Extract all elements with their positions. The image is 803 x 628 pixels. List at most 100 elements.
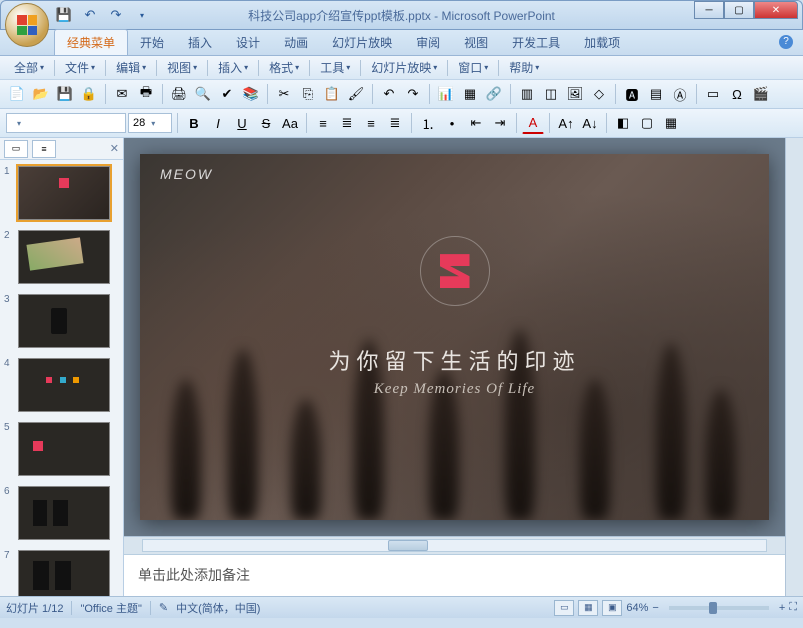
- tab-design[interactable]: 设计: [224, 30, 272, 55]
- thumbnail-5[interactable]: [18, 422, 110, 476]
- save-icon[interactable]: 💾: [54, 83, 76, 105]
- status-language[interactable]: 中文(简体，中国): [176, 600, 260, 616]
- notes-pane[interactable]: 单击此处添加备注: [124, 554, 785, 596]
- slides-tab[interactable]: ▭: [4, 140, 28, 158]
- minimize-button[interactable]: ─: [694, 1, 724, 19]
- object-icon[interactable]: ◫: [540, 83, 562, 105]
- design-icon[interactable]: ◧: [612, 112, 634, 134]
- tab-home[interactable]: 开始: [128, 30, 176, 55]
- slide-icon[interactable]: ▭: [702, 83, 724, 105]
- cut-icon[interactable]: ✂: [273, 83, 295, 105]
- menu-all[interactable]: 全部▾: [8, 57, 50, 78]
- vertical-scrollbar[interactable]: [785, 138, 803, 596]
- redo-icon[interactable]: ↷: [107, 6, 125, 24]
- thumbnail-3[interactable]: [18, 294, 110, 348]
- changecase-icon[interactable]: Aa: [279, 112, 301, 134]
- header-icon[interactable]: ▤: [645, 83, 667, 105]
- italic-icon[interactable]: I: [207, 112, 229, 134]
- tab-slideshow[interactable]: 幻灯片放映: [320, 30, 404, 55]
- copy-icon[interactable]: ⎘: [297, 83, 319, 105]
- spellcheck-icon[interactable]: ✎: [159, 601, 168, 614]
- spell-icon[interactable]: ✔: [216, 83, 238, 105]
- help-icon[interactable]: ?: [779, 35, 793, 49]
- thumbnail-1[interactable]: [18, 166, 110, 220]
- office-button[interactable]: [5, 3, 49, 47]
- table-icon[interactable]: ▦: [459, 83, 481, 105]
- newslide-icon[interactable]: ▢: [636, 112, 658, 134]
- shrink-font-icon[interactable]: A↓: [579, 112, 601, 134]
- new-icon[interactable]: 📄: [6, 83, 28, 105]
- thumbnail-6[interactable]: [18, 486, 110, 540]
- menu-insert[interactable]: 插入▾: [212, 57, 254, 78]
- thumbnails-list[interactable]: 1 2 3 4 5 6 7: [0, 160, 123, 596]
- indent-dec-icon[interactable]: ⇤: [465, 112, 487, 134]
- justify-icon[interactable]: ≣: [384, 112, 406, 134]
- font-size-combo[interactable]: 28▾: [128, 113, 172, 133]
- print-icon[interactable]: 🖨: [168, 83, 190, 105]
- tab-devtools[interactable]: 开发工具: [500, 30, 572, 55]
- paste-icon[interactable]: 📋: [321, 83, 343, 105]
- tables-icon[interactable]: ▥: [516, 83, 538, 105]
- normal-view-icon[interactable]: ▭: [554, 600, 574, 616]
- menu-help[interactable]: 帮助▾: [503, 57, 545, 78]
- strike-icon[interactable]: S: [255, 112, 277, 134]
- redo-icon[interactable]: ↷: [402, 83, 424, 105]
- zoom-value[interactable]: 64%: [626, 602, 648, 614]
- outline-tab[interactable]: ≡: [32, 140, 56, 158]
- save-icon[interactable]: 💾: [55, 6, 73, 24]
- thumbnail-4[interactable]: [18, 358, 110, 412]
- open-icon[interactable]: 📂: [30, 83, 52, 105]
- tab-view[interactable]: 视图: [452, 30, 500, 55]
- shapes-icon[interactable]: ◇: [588, 83, 610, 105]
- underline-icon[interactable]: U: [231, 112, 253, 134]
- undo-icon[interactable]: ↶: [81, 6, 99, 24]
- preview-icon[interactable]: 🔍: [192, 83, 214, 105]
- numbering-icon[interactable]: ⒈: [417, 112, 439, 134]
- zoom-out-icon[interactable]: −: [652, 602, 658, 614]
- slide-area[interactable]: MEOW 为你留下生活的印迹 Keep Memories Of Life: [124, 138, 785, 536]
- close-button[interactable]: ✕: [754, 1, 798, 19]
- slideshow-view-icon[interactable]: ▣: [602, 600, 622, 616]
- research-icon[interactable]: 📚: [240, 83, 262, 105]
- grow-font-icon[interactable]: A↑: [555, 112, 577, 134]
- panel-close-icon[interactable]: ✕: [110, 142, 119, 155]
- textbox-icon[interactable]: 🅰: [621, 83, 643, 105]
- tab-insert[interactable]: 插入: [176, 30, 224, 55]
- email-icon[interactable]: ✉: [111, 83, 133, 105]
- slide-canvas[interactable]: MEOW 为你留下生活的印迹 Keep Memories Of Life: [140, 154, 769, 520]
- maximize-button[interactable]: ▢: [724, 1, 754, 19]
- tab-classic-menu[interactable]: 经典菜单: [54, 29, 128, 55]
- thumbnail-2[interactable]: [18, 230, 110, 284]
- zoom-in-icon[interactable]: +: [779, 602, 785, 614]
- sorter-view-icon[interactable]: ▦: [578, 600, 598, 616]
- wordart-icon[interactable]: Ⓐ: [669, 83, 691, 105]
- undo-icon[interactable]: ↶: [378, 83, 400, 105]
- qat-more-icon[interactable]: ▾: [133, 6, 151, 24]
- menu-format[interactable]: 格式▾: [263, 57, 305, 78]
- font-color-icon[interactable]: A: [522, 112, 544, 134]
- format-painter-icon[interactable]: 🖌: [345, 83, 367, 105]
- thumbnail-7[interactable]: [18, 550, 110, 596]
- movie-icon[interactable]: 🎬: [750, 83, 772, 105]
- menu-view[interactable]: 视图▾: [161, 57, 203, 78]
- menu-file[interactable]: 文件▾: [59, 57, 101, 78]
- align-left-icon[interactable]: ≡: [312, 112, 334, 134]
- permission-icon[interactable]: 🔒: [78, 83, 100, 105]
- bold-icon[interactable]: B: [183, 112, 205, 134]
- zoom-slider[interactable]: [669, 606, 769, 610]
- tab-animation[interactable]: 动画: [272, 30, 320, 55]
- bullets-icon[interactable]: •: [441, 112, 463, 134]
- indent-inc-icon[interactable]: ⇥: [489, 112, 511, 134]
- align-right-icon[interactable]: ≡: [360, 112, 382, 134]
- quickprint-icon[interactable]: 🖶: [135, 83, 157, 105]
- symbol-icon[interactable]: Ω: [726, 83, 748, 105]
- hyperlink-icon[interactable]: 🔗: [483, 83, 505, 105]
- menu-slideshow[interactable]: 幻灯片放映▾: [365, 57, 443, 78]
- fit-icon[interactable]: ⛶: [789, 601, 797, 614]
- horizontal-scrollbar[interactable]: [124, 536, 785, 554]
- tab-review[interactable]: 审阅: [404, 30, 452, 55]
- tab-addins[interactable]: 加载项: [572, 30, 632, 55]
- align-center-icon[interactable]: ≣: [336, 112, 358, 134]
- menu-tools[interactable]: 工具▾: [314, 57, 356, 78]
- font-family-combo[interactable]: ▾: [6, 113, 126, 133]
